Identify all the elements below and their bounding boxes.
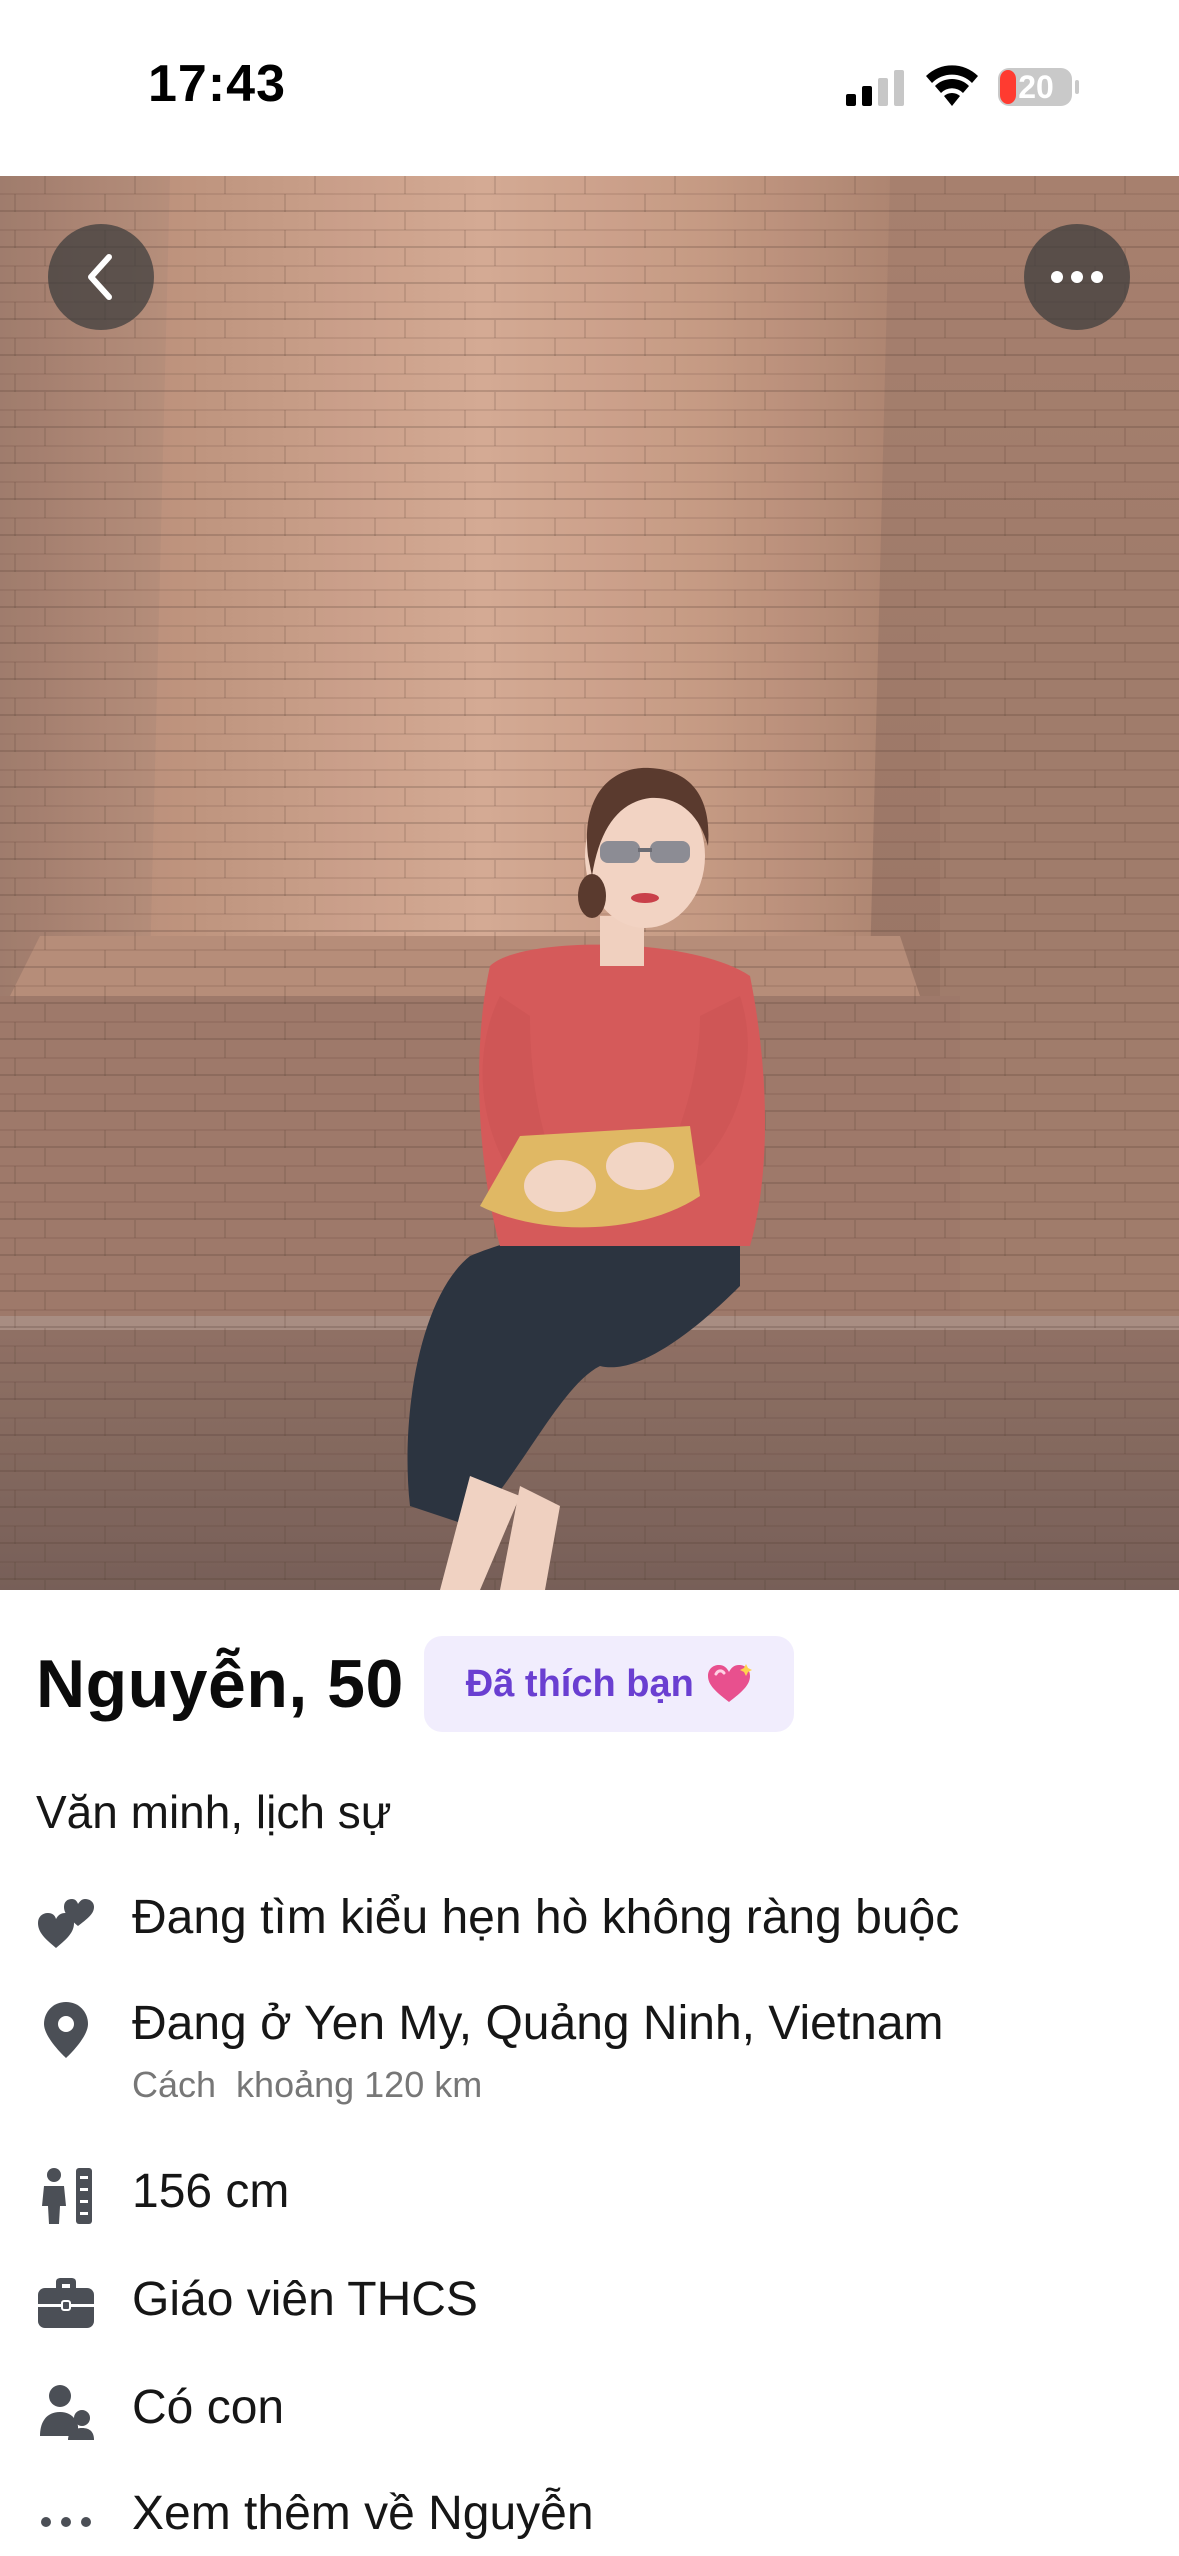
height-text: 156 cm <box>132 2165 290 2218</box>
liked-you-badge: Đã thích bạn <box>423 1636 794 1732</box>
more-options-button[interactable] <box>1024 224 1130 330</box>
briefcase-icon <box>38 2278 94 2328</box>
profile-name-age: Nguyễn, 50 <box>36 1646 404 1722</box>
liked-you-label: Đã thích bạn <box>465 1662 694 1705</box>
see-more-text[interactable]: Xem thêm về Nguyễn <box>132 2486 594 2541</box>
family-icon <box>40 2385 94 2440</box>
profile-info: Nguyễn, 50 Đã thích bạn Văn minh, lịch s… <box>0 1590 1179 2556</box>
job-text: Giáo viên THCS <box>132 2273 478 2326</box>
battery-level: 20 <box>1018 69 1054 105</box>
children-text: Có con <box>132 2381 285 2434</box>
wifi-icon <box>926 65 978 106</box>
distance-text: Cách khoảng 120 km <box>132 2064 483 2105</box>
status-time: 17:43 <box>148 55 286 113</box>
back-icon <box>88 254 112 300</box>
status-bar: 17:43 20 <box>0 0 1179 176</box>
height-icon <box>42 2168 92 2224</box>
temple-photo <box>0 176 1179 1590</box>
profile-bio: Văn minh, lịch sự <box>36 1786 392 1838</box>
sparkling-heart-icon <box>707 1664 752 1702</box>
profile-screen: 17:43 20 Nguyễn, 50 Đã thích bạn Văn min… <box>0 0 1179 2556</box>
profile-photo[interactable] <box>0 176 1179 1590</box>
hearts-icon <box>38 1899 94 1948</box>
dating-intent-text: Đang tìm kiểu hẹn hò không ràng buộc <box>132 1891 960 1944</box>
name-row: Nguyễn, 50 Đã thích bạn <box>36 1634 794 1734</box>
cellular-signal-icon <box>846 70 904 106</box>
location-text: Đang ở Yen My, Quảng Ninh, Vietnam <box>132 1997 944 2050</box>
more-options-icon <box>1051 271 1103 283</box>
back-button[interactable] <box>48 224 154 330</box>
ellipsis-icon <box>41 2517 91 2527</box>
location-pin-icon <box>44 2002 88 2058</box>
